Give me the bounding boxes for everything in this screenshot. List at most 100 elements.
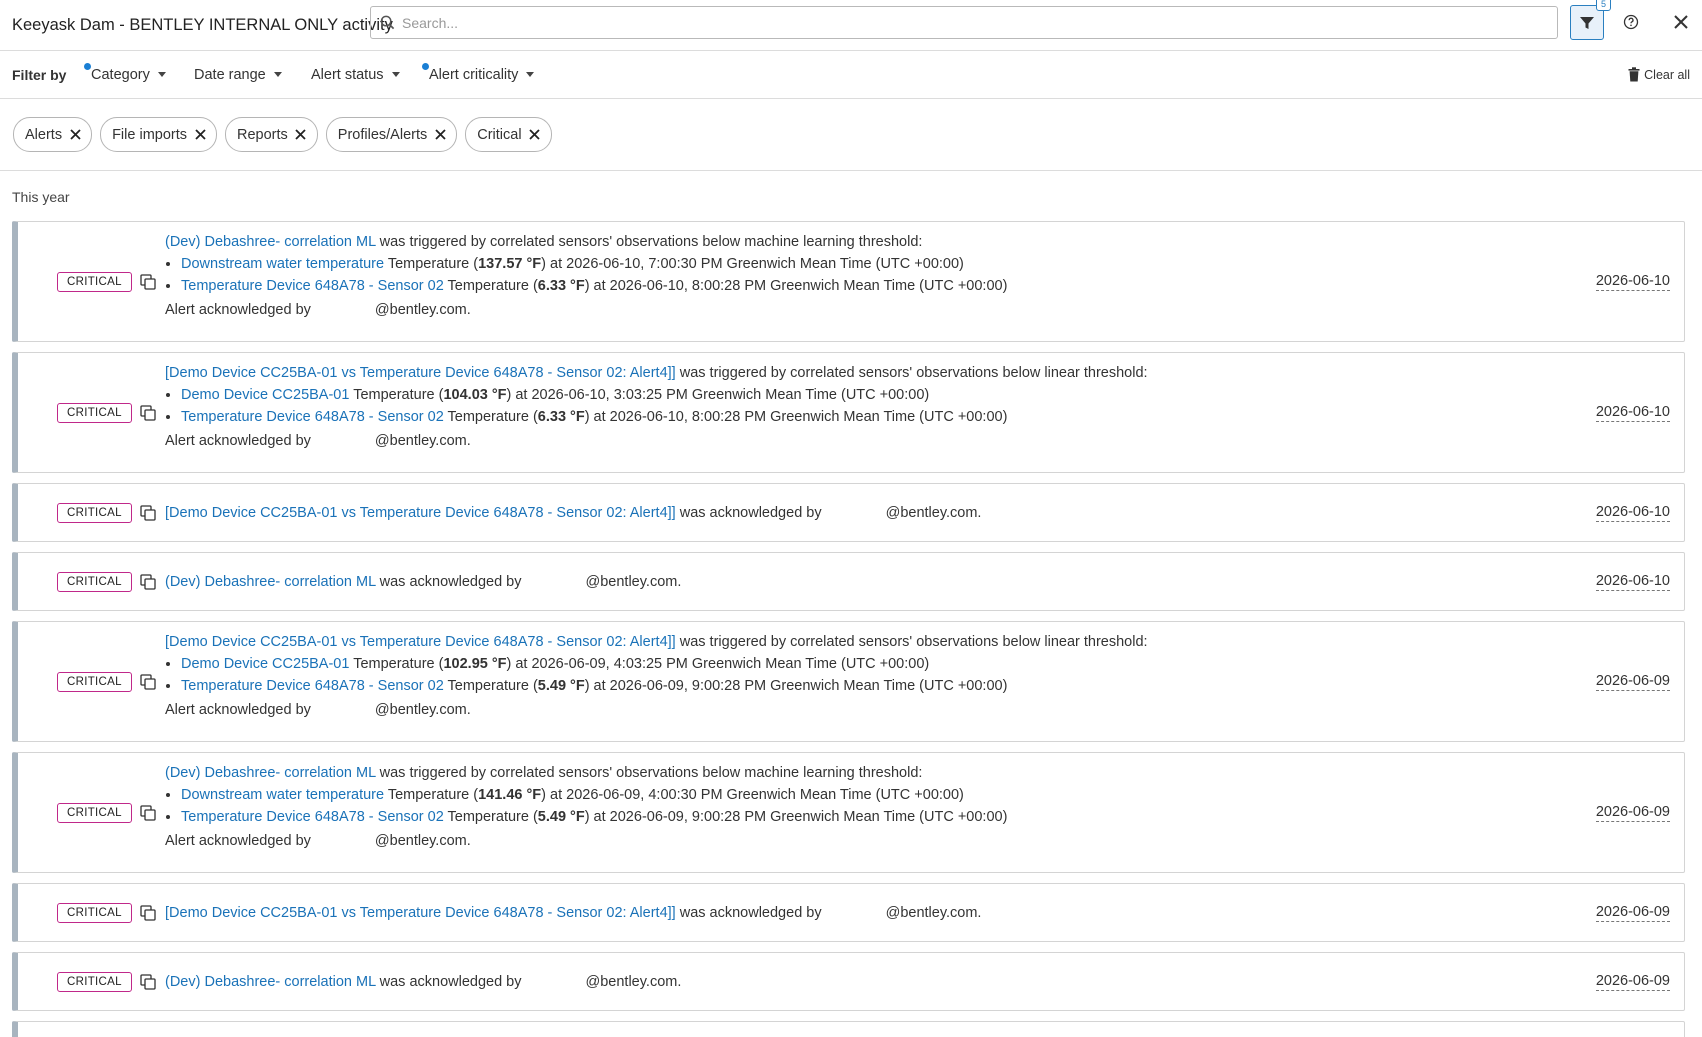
- remove-chip-icon[interactable]: [294, 128, 308, 142]
- active-filter-dot: [84, 62, 91, 70]
- filter-bar: Filter by Category Date range Alert stat…: [0, 51, 1702, 99]
- help-button[interactable]: [1621, 12, 1641, 32]
- ack-email: @bentley.com.: [885, 904, 982, 921]
- obs-text: Temperature (: [443, 678, 538, 694]
- activity-card: [12, 1021, 1685, 1037]
- copy-icon[interactable]: [140, 673, 156, 690]
- sensor-link[interactable]: Temperature Device 648A78 - Sensor 02: [181, 278, 444, 294]
- search-input[interactable]: [402, 14, 1502, 31]
- filter-chip-critical: Critical: [465, 117, 552, 152]
- ack-email: @bentley.com.: [374, 833, 471, 849]
- copy-icon[interactable]: [140, 973, 156, 990]
- alert-status-dropdown[interactable]: Alert status: [311, 67, 400, 83]
- alert-criticality-dropdown[interactable]: Alert criticality: [422, 62, 535, 83]
- alert-link[interactable]: [Demo Device CC25BA-01 vs Temperature De…: [165, 505, 676, 521]
- activity-card: CRITICAL [Demo Device CC25BA-01 vs Tempe…: [12, 483, 1685, 542]
- sensor-link[interactable]: Downstream water temperature: [181, 787, 384, 803]
- section-heading: This year: [12, 189, 70, 205]
- remove-chip-icon[interactable]: [528, 128, 542, 142]
- copy-icon[interactable]: [140, 904, 156, 921]
- obs-text: ) at 2026-06-10, 8:00:28 PM Greenwich Me…: [584, 409, 1008, 425]
- filter-count-badge: 5: [1596, 0, 1611, 11]
- ack-email: @bentley.com.: [585, 573, 682, 590]
- criticality-badge: CRITICAL: [57, 502, 132, 523]
- ack-email: @bentley.com.: [585, 973, 682, 990]
- activity-content: [Demo Device CC25BA-01 vs Temperature De…: [165, 902, 981, 924]
- dropdown-label: Alert status: [311, 66, 384, 83]
- ack-line: Alert acknowledged by @bentley.com.: [165, 830, 1007, 852]
- sensor-link[interactable]: Demo Device CC25BA-01: [181, 387, 349, 403]
- criticality-badge: CRITICAL: [57, 971, 132, 992]
- chip-label: Reports: [237, 126, 288, 143]
- activity-text: was acknowledged by: [375, 573, 522, 590]
- activity-date: 2026-06-09: [1595, 903, 1670, 922]
- clear-all-button[interactable]: Clear all: [1628, 67, 1690, 82]
- ack-email: @bentley.com.: [374, 302, 471, 318]
- copy-icon[interactable]: [140, 573, 156, 590]
- ack-email: @bentley.com.: [374, 433, 471, 449]
- copy-icon[interactable]: [140, 804, 156, 821]
- ack-prefix: Alert acknowledged by: [165, 433, 311, 449]
- ack-email: @bentley.com.: [885, 504, 982, 521]
- sensor-link[interactable]: Temperature Device 648A78 - Sensor 02: [181, 678, 444, 694]
- activity-card: CRITICAL (Dev) Debashree- correlation ML…: [12, 952, 1685, 1011]
- activity-list: CRITICAL (Dev) Debashree- correlation ML…: [0, 221, 1702, 1037]
- obs-value: 141.46 °F: [478, 787, 542, 803]
- obs-text: Temperature (: [443, 409, 538, 425]
- alert-link[interactable]: (Dev) Debashree- correlation ML: [165, 765, 376, 781]
- obs-value: 6.33 °F: [537, 278, 585, 294]
- obs-text: ) at 2026-06-09, 9:00:28 PM Greenwich Me…: [584, 678, 1008, 694]
- ack-line: Alert acknowledged by @bentley.com.: [165, 430, 1148, 452]
- criticality-badge: CRITICAL: [57, 271, 132, 292]
- active-filter-chips: Alerts File imports Reports Profiles/Ale…: [0, 99, 1702, 171]
- filter-icon: [1580, 16, 1594, 29]
- copy-icon[interactable]: [140, 504, 156, 521]
- activity-date: 2026-06-09: [1595, 672, 1670, 691]
- category-dropdown[interactable]: Category: [84, 62, 166, 83]
- activity-card: CRITICAL [Demo Device CC25BA-01 vs Tempe…: [12, 621, 1685, 742]
- criticality-badge: CRITICAL: [57, 802, 132, 823]
- alert-link[interactable]: [Demo Device CC25BA-01 vs Temperature De…: [165, 365, 676, 381]
- remove-chip-icon[interactable]: [68, 128, 82, 142]
- observation-list: Demo Device CC25BA-01 Temperature (102.9…: [181, 653, 1148, 697]
- observation-item: Downstream water temperature Temperature…: [181, 784, 1007, 806]
- alert-link[interactable]: (Dev) Debashree- correlation ML: [165, 974, 376, 990]
- remove-chip-icon[interactable]: [433, 128, 447, 142]
- copy-icon[interactable]: [140, 404, 156, 421]
- activity-text: was triggered by correlated sensors' obs…: [675, 634, 1148, 650]
- chip-label: Critical: [477, 126, 522, 143]
- filter-chip-file-imports: File imports: [100, 117, 218, 152]
- obs-text: ) at 2026-06-10, 7:00:30 PM Greenwich Me…: [541, 256, 964, 272]
- obs-value: 5.49 °F: [537, 809, 585, 825]
- date-range-dropdown[interactable]: Date range: [194, 67, 282, 83]
- sensor-link[interactable]: Downstream water temperature: [181, 256, 384, 272]
- observation-item: Downstream water temperature Temperature…: [181, 253, 1007, 275]
- obs-value: 104.03 °F: [443, 387, 507, 403]
- activity-text: was triggered by correlated sensors' obs…: [375, 234, 923, 250]
- active-filter-dot: [422, 62, 429, 70]
- activity-card: CRITICAL [Demo Device CC25BA-01 vs Tempe…: [12, 883, 1685, 942]
- activity-text: was triggered by correlated sensors' obs…: [675, 365, 1148, 381]
- observation-list: Downstream water temperature Temperature…: [181, 784, 1007, 828]
- remove-chip-icon[interactable]: [193, 128, 207, 142]
- close-button[interactable]: [1670, 11, 1692, 33]
- activity-card: CRITICAL [Demo Device CC25BA-01 vs Tempe…: [12, 352, 1685, 473]
- search-icon: [380, 15, 395, 30]
- sensor-link[interactable]: Demo Device CC25BA-01: [181, 656, 349, 672]
- alert-link[interactable]: (Dev) Debashree- correlation ML: [165, 574, 376, 590]
- alert-link[interactable]: [Demo Device CC25BA-01 vs Temperature De…: [165, 905, 676, 921]
- sensor-link[interactable]: Temperature Device 648A78 - Sensor 02: [181, 409, 444, 425]
- alert-link[interactable]: [Demo Device CC25BA-01 vs Temperature De…: [165, 634, 676, 650]
- criticality-badge: CRITICAL: [57, 571, 132, 592]
- activity-content: (Dev) Debashree- correlation ML was trig…: [165, 762, 1007, 852]
- sensor-link[interactable]: Temperature Device 648A78 - Sensor 02: [181, 809, 444, 825]
- copy-icon[interactable]: [140, 273, 156, 290]
- filter-by-label: Filter by: [12, 66, 67, 83]
- search-box[interactable]: [370, 6, 1558, 39]
- activity-content: [Demo Device CC25BA-01 vs Temperature De…: [165, 362, 1148, 452]
- activity-date: 2026-06-10: [1595, 403, 1670, 422]
- observation-list: Downstream water temperature Temperature…: [181, 253, 1007, 297]
- ack-prefix: Alert acknowledged by: [165, 302, 311, 318]
- caret-down-icon: [157, 72, 166, 77]
- alert-link[interactable]: (Dev) Debashree- correlation ML: [165, 234, 376, 250]
